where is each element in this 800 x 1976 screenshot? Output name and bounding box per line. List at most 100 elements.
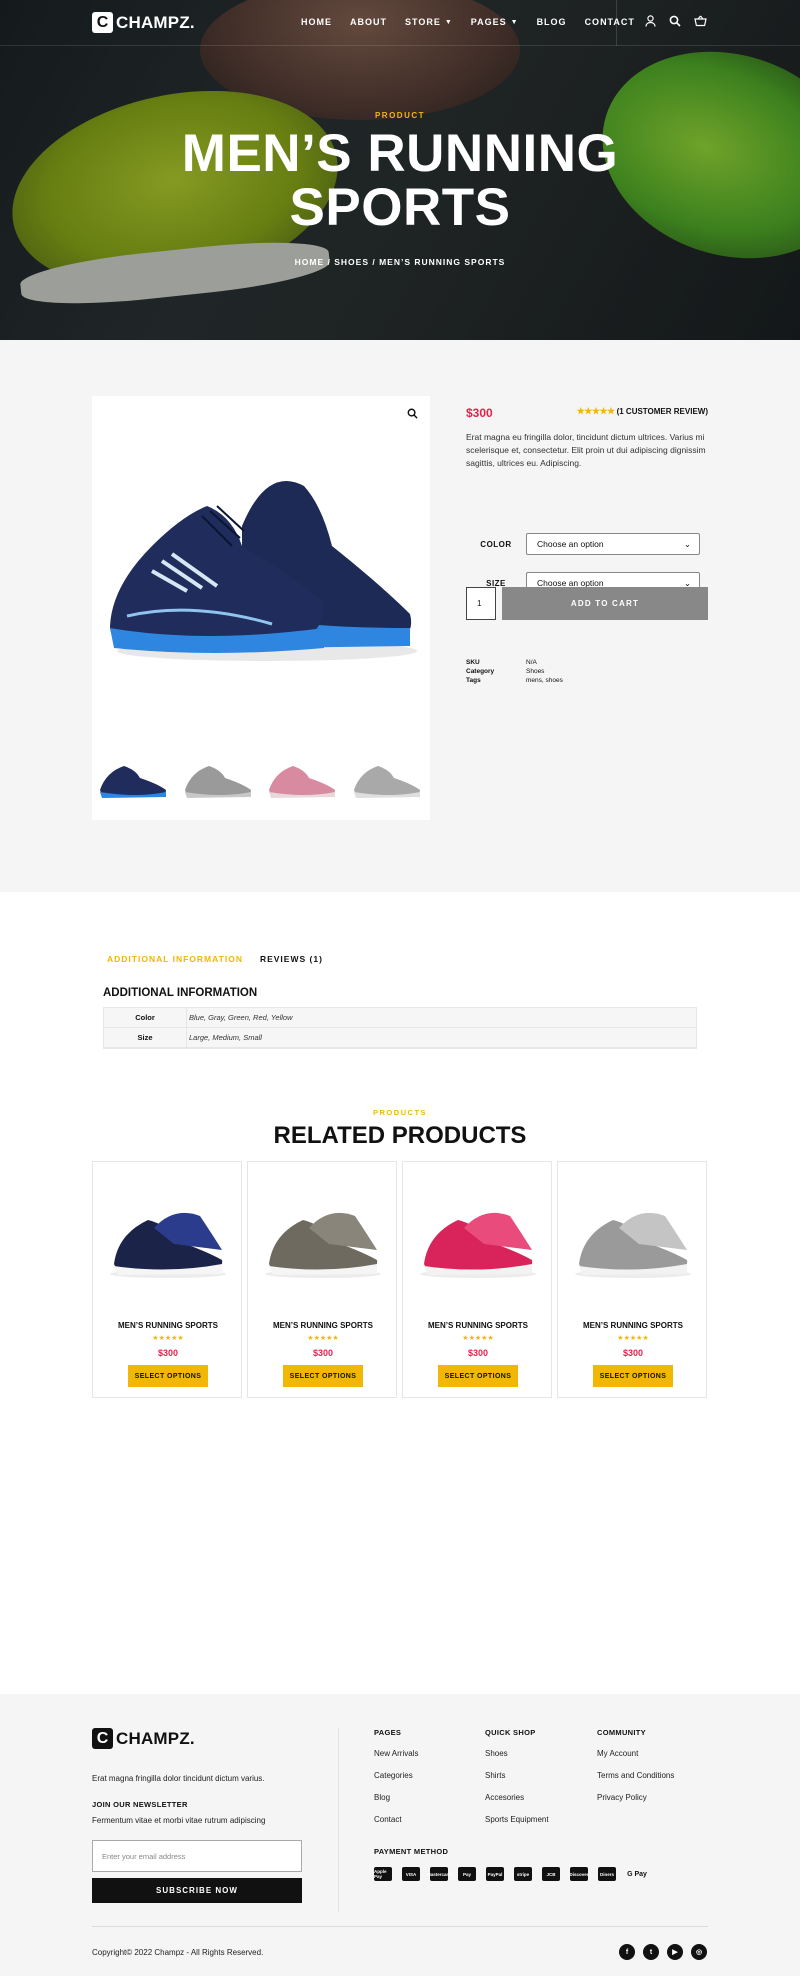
- select-options-button[interactable]: SELECT OPTIONS: [593, 1365, 673, 1387]
- footer-link-accesories[interactable]: Accesories: [485, 1793, 549, 1802]
- user-icon[interactable]: [643, 15, 657, 29]
- footer-separator: [92, 1926, 708, 1927]
- related-products-section: PRODUCTS RELATED PRODUCTS MEN’S RUNNING …: [0, 1104, 800, 1694]
- tab-reviews[interactable]: REVIEWS (1): [260, 954, 323, 964]
- product-card-image[interactable]: [558, 1174, 708, 1304]
- chevron-down-icon: ▼: [444, 18, 453, 26]
- product-card[interactable]: MEN’S RUNNING SPORTS ★★★★★ $300 SELECT O…: [247, 1161, 397, 1398]
- footer-link-my-account[interactable]: My Account: [597, 1749, 674, 1758]
- footer-logo[interactable]: C CHAMPZ.: [92, 1728, 195, 1749]
- nav-home-label: HOME: [301, 17, 332, 27]
- product-card[interactable]: MEN’S RUNNING SPORTS ★★★★★ $300 SELECT O…: [92, 1161, 242, 1398]
- email-field[interactable]: Enter your email address: [92, 1840, 302, 1872]
- apple-pay-icon: Apple Pay: [374, 1867, 392, 1881]
- product-card-price: $300: [622, 1348, 644, 1358]
- chevron-down-icon: ⌄: [683, 538, 691, 549]
- thumbnail-gray[interactable]: [177, 734, 262, 820]
- color-select-value: Choose an option: [537, 539, 604, 549]
- color-label: COLOR: [480, 539, 512, 549]
- product-card-image[interactable]: [248, 1174, 398, 1304]
- table-row-value: Large, Medium, Small: [189, 1033, 262, 1042]
- meta-sku: SKU N/A: [466, 658, 563, 667]
- hero-banner: C CHAMPZ. HOME ABOUT STORE ▼ PAGES ▼ BLOG …: [0, 0, 800, 340]
- search-icon[interactable]: [668, 15, 682, 29]
- pay-icon: Pay: [458, 1867, 476, 1881]
- product-card[interactable]: MEN’S RUNNING SPORTS ★★★★★ $300 SELECT O…: [557, 1161, 707, 1398]
- product-card-name[interactable]: MEN’S RUNNING SPORTS: [93, 1321, 243, 1330]
- product-card[interactable]: MEN’S RUNNING SPORTS ★★★★★ $300 SELECT O…: [402, 1161, 552, 1398]
- footer-quickshop-heading: QUICK SHOP: [485, 1728, 536, 1737]
- product-section: $300 ★★★★★ (1 CUSTOMER REVIEW) Erat magn…: [0, 340, 800, 892]
- payment-icons: Apple Pay VISA Mastercard Pay PayPal str…: [374, 1867, 648, 1881]
- instagram-icon[interactable]: ◎: [691, 1944, 707, 1960]
- copyright: Copyright© 2022 Champz - All Rights Rese…: [92, 1948, 264, 1957]
- meta-category-link[interactable]: Shoes: [526, 667, 544, 676]
- color-select[interactable]: Choose an option ⌄: [526, 533, 700, 555]
- product-card-name[interactable]: MEN’S RUNNING SPORTS: [558, 1321, 708, 1330]
- color-option-row: COLOR Choose an option ⌄: [466, 533, 708, 555]
- diners-icon: Diners: [598, 1867, 616, 1881]
- social-links: f t ▶ ◎: [619, 1944, 707, 1960]
- cart-icon[interactable]: [693, 15, 707, 29]
- related-kicker: PRODUCTS: [372, 1108, 428, 1117]
- visa-icon: VISA: [402, 1867, 420, 1881]
- quantity-input[interactable]: 1: [466, 587, 496, 620]
- thumbnail-blue[interactable]: [92, 734, 177, 820]
- facebook-icon[interactable]: f: [619, 1944, 635, 1960]
- footer-link-shirts[interactable]: Shirts: [485, 1771, 549, 1780]
- nav-blog[interactable]: BLOG: [537, 17, 567, 27]
- footer-link-shoes[interactable]: Shoes: [485, 1749, 549, 1758]
- product-card-name[interactable]: MEN’S RUNNING SPORTS: [248, 1321, 398, 1330]
- product-description: Erat magna eu fringilla dolor, tincidunt…: [466, 432, 706, 469]
- nav-about-label: ABOUT: [350, 17, 387, 27]
- select-options-button[interactable]: SELECT OPTIONS: [283, 1365, 363, 1387]
- nav-contact[interactable]: CONTACT: [585, 17, 635, 27]
- nav-store-label: STORE: [405, 17, 441, 27]
- product-card-name[interactable]: MEN’S RUNNING SPORTS: [403, 1321, 553, 1330]
- nav-pages-label: PAGES: [470, 17, 507, 27]
- product-meta: SKU N/A Category Shoes Tags mens, shoes: [466, 658, 563, 685]
- tab-additional-information[interactable]: ADDITIONAL INFORMATION: [107, 954, 243, 964]
- footer-link-categories[interactable]: Categories: [374, 1771, 418, 1780]
- product-rating[interactable]: ★★★★★ (1 CUSTOMER REVIEW): [577, 406, 708, 417]
- footer-link-contact[interactable]: Contact: [374, 1815, 418, 1824]
- select-options-button[interactable]: SELECT OPTIONS: [438, 1365, 518, 1387]
- star-rating-icon: ★★★★★: [617, 1335, 649, 1342]
- footer-link-terms[interactable]: Terms and Conditions: [597, 1771, 674, 1780]
- mastercard-icon: Mastercard: [427, 1867, 451, 1881]
- thumbnail-pink[interactable]: [261, 734, 346, 820]
- footer-link-new-arrivals[interactable]: New Arrivals: [374, 1749, 418, 1758]
- footer-link-sports-equipment[interactable]: Sports Equipment: [485, 1815, 549, 1824]
- newsletter-heading: JOIN OUR NEWSLETTER: [92, 1800, 188, 1809]
- nav-about[interactable]: ABOUT: [350, 17, 387, 27]
- select-options-button[interactable]: SELECT OPTIONS: [128, 1365, 208, 1387]
- main-nav: HOME ABOUT STORE ▼ PAGES ▼ BLOG CONTACT: [301, 17, 635, 27]
- product-shoe-illustration: [110, 481, 417, 661]
- footer-link-privacy[interactable]: Privacy Policy: [597, 1793, 674, 1802]
- subscribe-button[interactable]: SUBSCRIBE NOW: [92, 1878, 302, 1903]
- site-footer: C CHAMPZ. Erat magna fringilla dolor tin…: [0, 1694, 800, 1976]
- nav-home[interactable]: HOME: [301, 17, 332, 27]
- zoom-icon[interactable]: [407, 408, 418, 422]
- nav-store[interactable]: STORE ▼: [405, 17, 453, 27]
- breadcrumb[interactable]: HOME / SHOES / MEN’S RUNNING SPORTS: [0, 257, 800, 267]
- product-main-image[interactable]: [92, 396, 430, 734]
- site-logo[interactable]: C CHAMPZ.: [92, 12, 195, 33]
- twitter-icon[interactable]: t: [643, 1944, 659, 1960]
- meta-category-label: Category: [466, 668, 495, 676]
- youtube-icon[interactable]: ▶: [667, 1944, 683, 1960]
- product-card-image[interactable]: [403, 1174, 553, 1304]
- product-tabs: ADDITIONAL INFORMATION REVIEWS (1): [107, 954, 323, 964]
- nav-pages[interactable]: PAGES ▼: [471, 17, 519, 27]
- thumbnail-light-gray[interactable]: [346, 734, 431, 820]
- chevron-down-icon: ▼: [510, 18, 519, 26]
- add-to-cart-button[interactable]: ADD TO CART: [502, 587, 708, 620]
- hero-kicker: PRODUCT: [374, 111, 426, 120]
- meta-tags-links[interactable]: mens, shoes: [526, 676, 563, 685]
- footer-community-heading: COMMUNITY: [597, 1728, 646, 1737]
- footer-link-blog[interactable]: Blog: [374, 1793, 418, 1802]
- related-products-grid: MEN’S RUNNING SPORTS ★★★★★ $300 SELECT O…: [92, 1161, 707, 1398]
- product-card-image[interactable]: [93, 1174, 243, 1304]
- logo-mark: C: [92, 12, 113, 33]
- payment-method: PAYMENT METHOD: [374, 1847, 448, 1856]
